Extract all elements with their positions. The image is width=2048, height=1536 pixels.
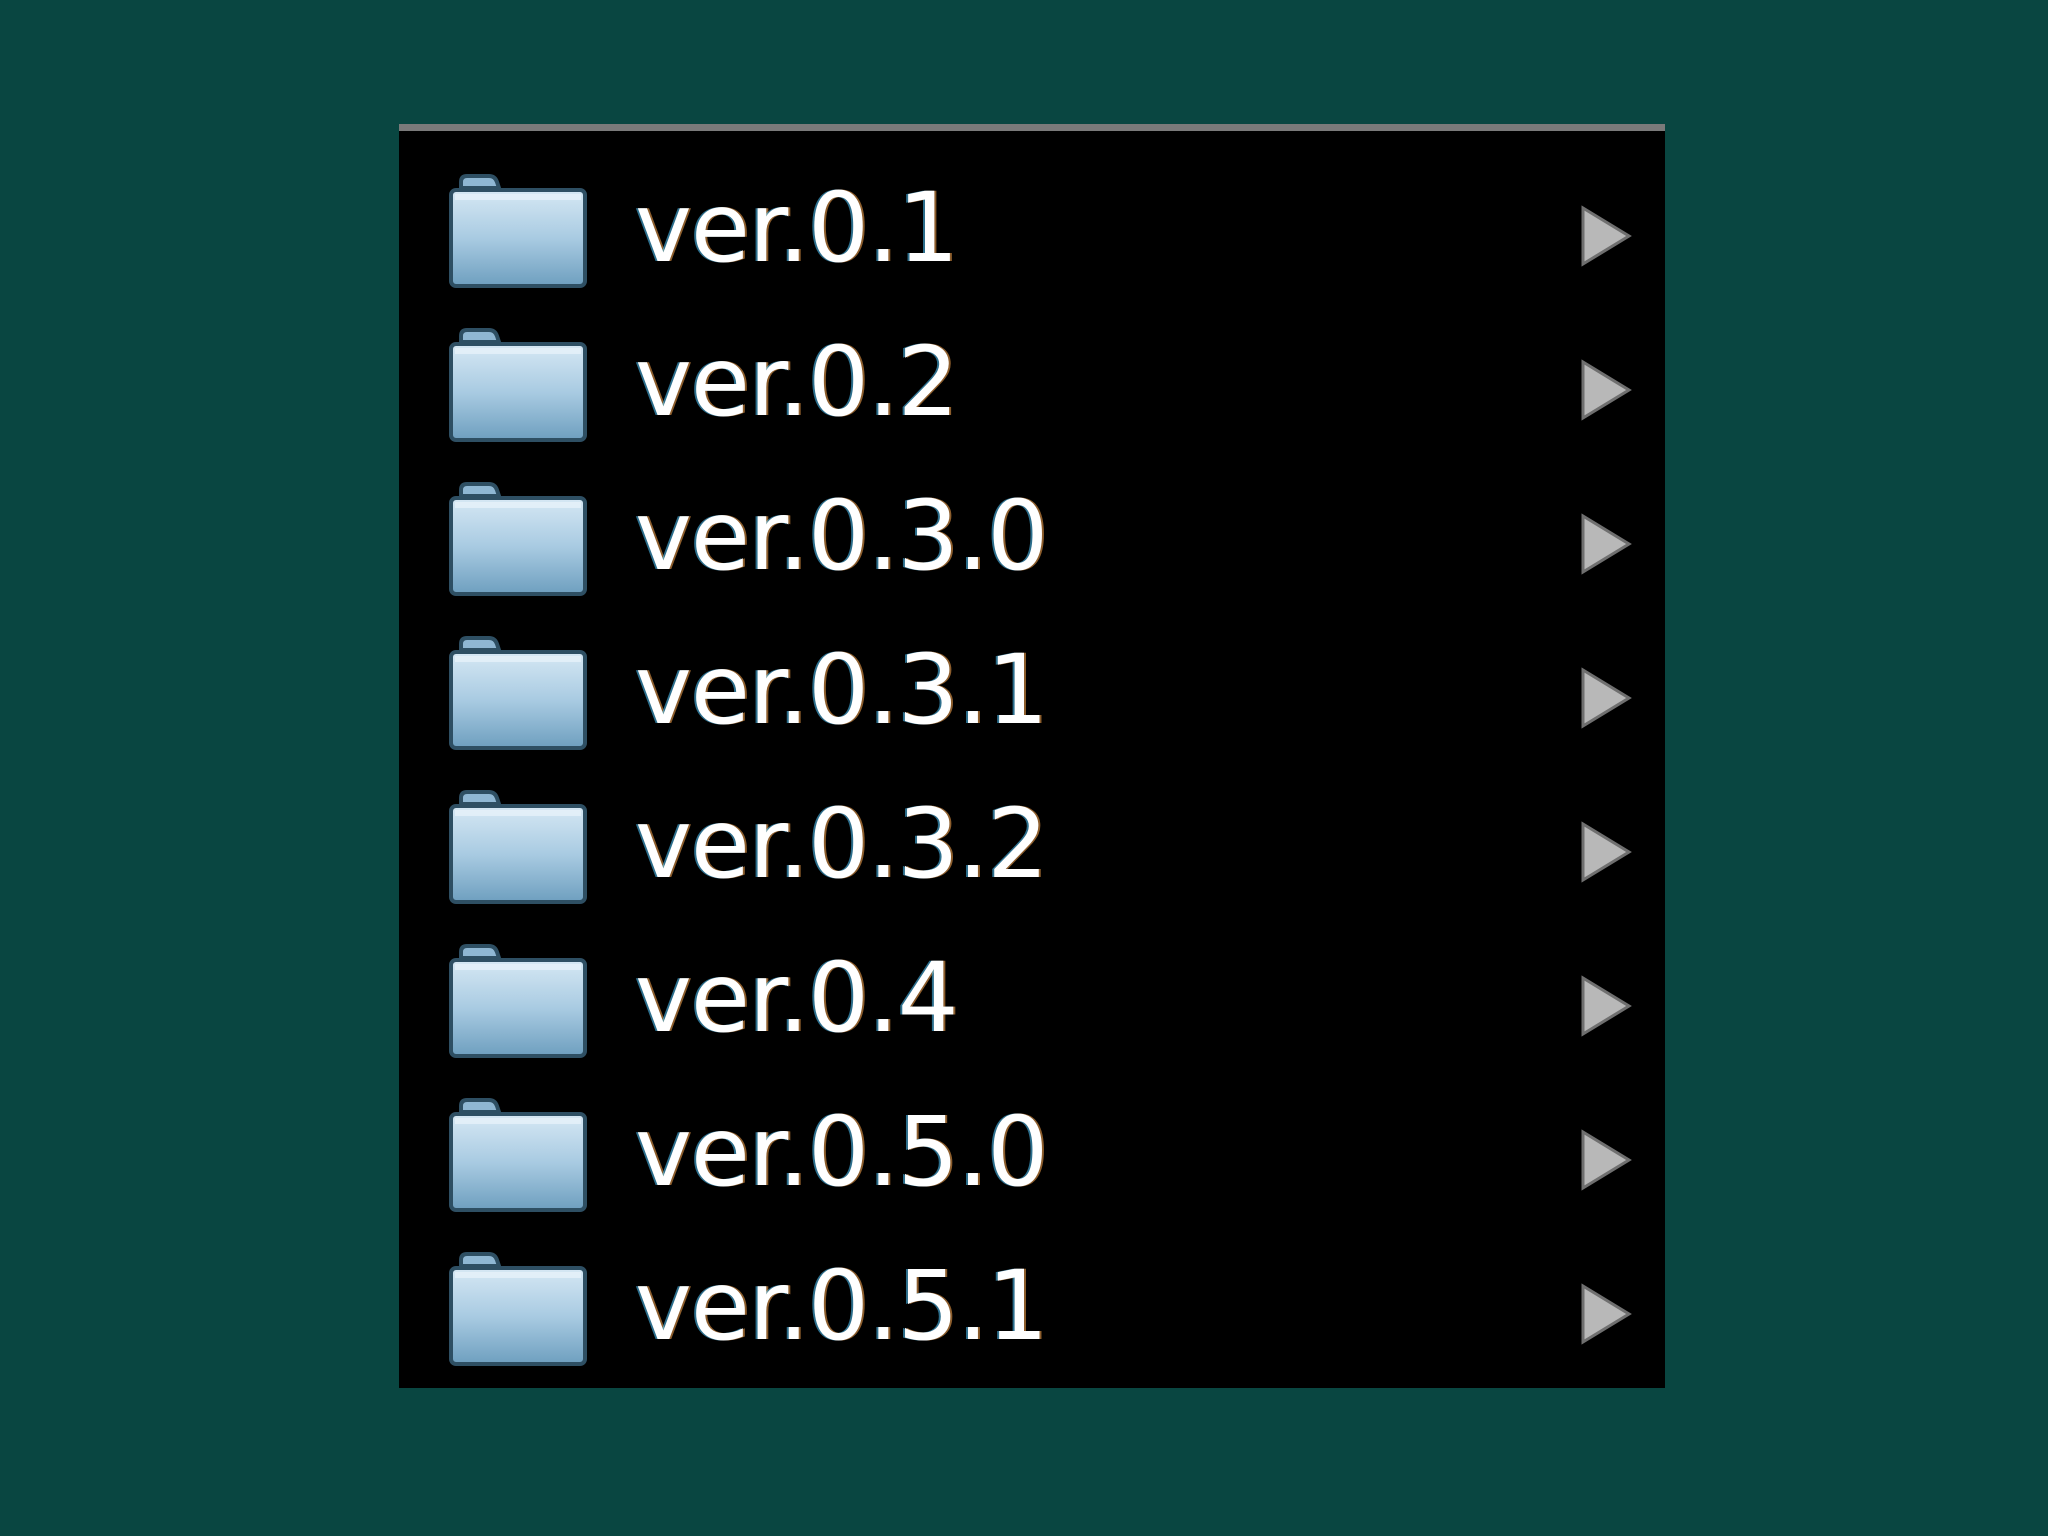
menu-item-ver-0-4[interactable]: ver.0.4 [399,926,1665,1080]
submenu-arrow-icon [1577,1128,1633,1192]
folder-icon [449,326,587,442]
folder-icon [449,788,587,904]
menu-item-label: ver.0.4 [635,942,959,1054]
submenu-arrow-icon [1577,204,1633,268]
folder-icon [449,172,587,288]
submenu-arrow-icon [1577,666,1633,730]
menu-item-label: ver.0.3.0 [635,480,1048,592]
menu-item-label: ver.0.2 [635,326,959,438]
submenu-arrow-icon [1577,974,1633,1038]
menu-item-ver-0-3-0[interactable]: ver.0.3.0 [399,464,1665,618]
menu-item-ver-0-2[interactable]: ver.0.2 [399,310,1665,464]
menu-item-label: ver.0.1 [635,172,959,284]
submenu-arrow-icon [1577,820,1633,884]
submenu-arrow-icon [1577,358,1633,422]
folder-icon [449,634,587,750]
menu-item-label: ver.0.5.1 [635,1250,1048,1362]
submenu-arrow-icon [1577,512,1633,576]
submenu-arrow-icon [1577,1282,1633,1346]
menu-item-label: ver.0.3.2 [635,788,1048,900]
folder-submenu: ver.0.1 ver.0.2 ver.0.3.0 ver.0.3.1 ver.… [399,124,1665,1388]
menu-item-label: ver.0.5.0 [635,1096,1048,1208]
folder-icon [449,480,587,596]
menu-list: ver.0.1 ver.0.2 ver.0.3.0 ver.0.3.1 ver.… [399,156,1665,1388]
menu-item-ver-0-3-2[interactable]: ver.0.3.2 [399,772,1665,926]
menu-item-ver-0-3-1[interactable]: ver.0.3.1 [399,618,1665,772]
menu-item-ver-0-5-0[interactable]: ver.0.5.0 [399,1080,1665,1234]
menu-item-ver-0-5-1[interactable]: ver.0.5.1 [399,1234,1665,1388]
folder-icon [449,1096,587,1212]
folder-icon [449,942,587,1058]
folder-icon [449,1250,587,1366]
menu-item-ver-0-1[interactable]: ver.0.1 [399,156,1665,310]
menu-item-label: ver.0.3.1 [635,634,1048,746]
